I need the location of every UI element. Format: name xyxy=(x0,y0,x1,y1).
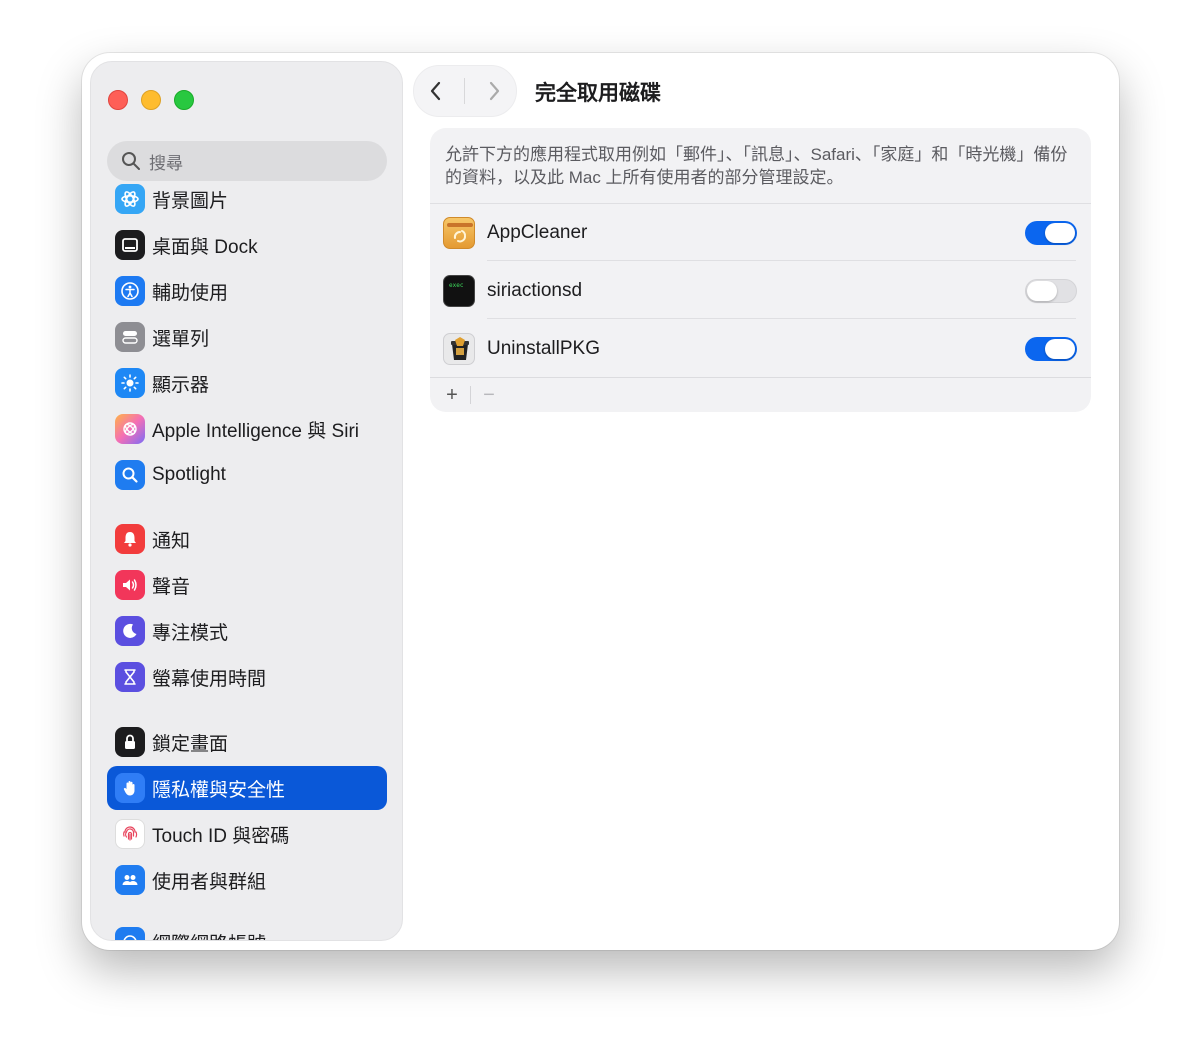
zoom-window-button[interactable] xyxy=(174,90,194,110)
settings-window: 搜尋 背景圖片 桌面與 Dock 輔助使用 選單列 顯示器 Apple Inte… xyxy=(82,53,1119,950)
footer-divider xyxy=(470,386,471,404)
description-text: 允許下方的應用程式取用例如「郵件」、「訊息」、Safari、「家庭」和「時光機」… xyxy=(445,145,1068,187)
sidebar-item-screen-time[interactable]: 螢幕使用時間 xyxy=(107,655,387,699)
uninstallpkg-access-toggle[interactable] xyxy=(1025,336,1077,361)
exec-terminal-icon: exec xyxy=(443,274,475,307)
list-footer: + − xyxy=(430,377,1091,412)
notification-icon xyxy=(115,524,145,554)
wallpaper-icon xyxy=(115,184,145,214)
sidebar-item-touch-id[interactable]: Touch ID 與密碼 xyxy=(107,812,387,856)
sidebar-item-focus[interactable]: 專注模式 xyxy=(107,609,387,653)
sidebar-item-label: Spotlight xyxy=(152,464,226,485)
sidebar-item-users-groups[interactable]: 使用者與群組 xyxy=(107,858,387,902)
sidebar-item-accessibility[interactable]: 輔助使用 xyxy=(107,269,387,313)
sidebar-item-label: 通知 xyxy=(152,530,191,552)
sound-icon xyxy=(115,570,145,600)
sidebar-item-notifications[interactable]: 通知 xyxy=(107,517,387,561)
sidebar-item-label: 專注模式 xyxy=(152,622,229,644)
remove-app-button[interactable]: − xyxy=(475,381,503,409)
siri-icon xyxy=(115,414,145,444)
sidebar-item-label: 選單列 xyxy=(152,328,210,350)
app-row-uninstallpkg: UninstallPKG xyxy=(430,320,1091,377)
sidebar-item-desktop-dock[interactable]: 桌面與 Dock xyxy=(107,223,387,267)
fingerprint-icon xyxy=(115,819,145,849)
app-row-siriactionsd: exec siriactionsd xyxy=(430,262,1091,319)
sidebar-item-sound[interactable]: 聲音 xyxy=(107,563,387,607)
users-icon xyxy=(115,865,145,895)
sidebar-item-displays[interactable]: 顯示器 xyxy=(107,361,387,405)
sidebar-item-label: 網際網路帳號 xyxy=(152,929,266,941)
uninstallpkg-icon xyxy=(443,332,475,365)
svg-text:exec: exec xyxy=(449,282,464,289)
accessibility-icon xyxy=(115,276,145,306)
navigation-buttons xyxy=(413,65,517,117)
sidebar-item-label: 使用者與群組 xyxy=(152,871,267,893)
chevron-left-icon xyxy=(431,81,441,101)
sidebar-item-label: 螢幕使用時間 xyxy=(152,668,267,690)
display-icon xyxy=(115,368,145,398)
sidebar-item-internet-accounts[interactable]: 網際網路帳號 xyxy=(107,920,387,941)
sidebar-item-label: 顯示器 xyxy=(152,374,210,396)
appcleaner-icon xyxy=(443,216,475,249)
sidebar-item-wallpaper[interactable]: 背景圖片 xyxy=(107,177,387,221)
full-disk-access-panel: 允許下方的應用程式取用例如「郵件」、「訊息」、Safari、「家庭」和「時光機」… xyxy=(430,128,1091,412)
sidebar-item-label: Touch ID 與密碼 xyxy=(152,825,290,847)
app-name: AppCleaner xyxy=(487,221,588,243)
toggle-knob xyxy=(1027,280,1057,301)
search-placeholder: 搜尋 xyxy=(149,153,183,173)
app-row-appcleaner: AppCleaner xyxy=(430,204,1091,261)
sidebar-item-label: 聲音 xyxy=(152,576,191,598)
hourglass-icon xyxy=(115,662,145,692)
forward-button[interactable] xyxy=(478,75,510,107)
row-divider xyxy=(487,318,1076,319)
app-name: UninstallPKG xyxy=(487,337,600,359)
sidebar-item-label: 隱私權與安全性 xyxy=(152,779,286,801)
sidebar-item-label: 背景圖片 xyxy=(152,190,229,212)
menubar-icon xyxy=(115,322,145,352)
internet-accounts-icon xyxy=(115,927,145,940)
dock-icon xyxy=(115,230,145,260)
lock-icon xyxy=(115,727,145,757)
sidebar-item-menubar[interactable]: 選單列 xyxy=(107,315,387,359)
search-input[interactable]: 搜尋 xyxy=(107,141,387,181)
row-divider xyxy=(487,260,1076,261)
sidebar-item-label: 輔助使用 xyxy=(152,282,229,304)
appcleaner-access-toggle[interactable] xyxy=(1025,220,1077,245)
back-button[interactable] xyxy=(420,75,452,107)
sidebar-item-label: 鎖定畫面 xyxy=(152,733,229,755)
toggle-knob xyxy=(1045,338,1075,359)
sidebar-item-label: Apple Intelligence 與 Siri xyxy=(152,420,359,442)
search-icon xyxy=(122,152,140,170)
sidebar-item-siri[interactable]: Apple Intelligence 與 Siri xyxy=(107,407,387,451)
hand-icon xyxy=(115,773,145,803)
sidebar-item-lock-screen[interactable]: 鎖定畫面 xyxy=(107,720,387,764)
sidebar-item-spotlight[interactable]: Spotlight xyxy=(107,453,387,497)
nav-divider xyxy=(464,78,466,104)
siriactionsd-access-toggle[interactable] xyxy=(1025,278,1077,303)
sidebar-item-privacy-security[interactable]: 隱私權與安全性 xyxy=(107,766,387,810)
focus-moon-icon xyxy=(115,616,145,646)
add-app-button[interactable]: + xyxy=(438,381,466,409)
page-title: 完全取用磁碟 xyxy=(535,82,661,105)
sidebar-item-label: 桌面與 Dock xyxy=(152,236,258,258)
chevron-right-icon xyxy=(489,81,499,101)
toggle-knob xyxy=(1045,222,1075,243)
app-name: siriactionsd xyxy=(487,279,583,301)
close-window-button[interactable] xyxy=(108,90,128,110)
sidebar: 搜尋 背景圖片 桌面與 Dock 輔助使用 選單列 顯示器 Apple Inte… xyxy=(90,61,403,941)
spotlight-icon xyxy=(115,460,145,490)
minimize-window-button[interactable] xyxy=(141,90,161,110)
